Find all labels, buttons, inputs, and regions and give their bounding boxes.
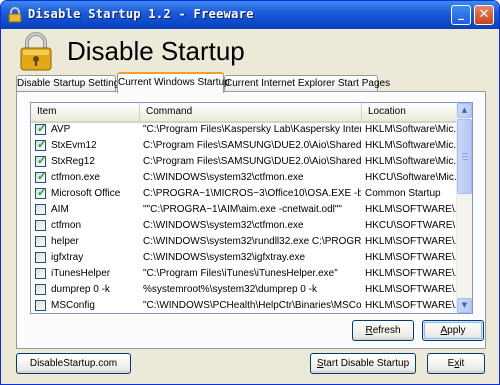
item-name: igfxtray	[51, 252, 84, 263]
item-command: C:\WINDOWS\system32\igfxtray.exe	[143, 252, 306, 263]
item-name: StxEvm12	[51, 140, 97, 151]
item-name: ctfmon.exe	[51, 172, 100, 183]
apply-button[interactable]: Apply	[422, 320, 484, 341]
checkbox-checked[interactable]: ✓	[35, 171, 47, 183]
checkbox-checked[interactable]: ✓	[35, 123, 47, 135]
list-item[interactable]: ✓ StxEvm12 C:\Program Files\SAMSUNG\DUE2.0…	[31, 138, 458, 154]
checkbox-unchecked[interactable]	[35, 236, 46, 247]
checkbox-unchecked[interactable]	[35, 284, 46, 295]
minimize-button[interactable]: _	[451, 5, 471, 25]
item-name: helper	[51, 236, 79, 247]
item-command: "C:\Program Files\iTunes\iTunesHelper.ex…	[143, 268, 338, 279]
item-location: HKLM\SOFTWARE\...	[365, 268, 457, 279]
list-item[interactable]: dumprep 0 -k %systemroot%\system32\dumpre…	[31, 282, 458, 298]
exit-button[interactable]: Exit	[427, 353, 485, 374]
check-icon: ✓	[37, 187, 47, 199]
tab-current-windows-startup[interactable]: Current Windows Startup	[117, 72, 230, 93]
tab-panel: Item Command Location ✓ AVP "C:\Program Fi…	[16, 91, 486, 349]
tab-current-ie-start-pages[interactable]: Current Internet Explorer Start Pages	[224, 75, 390, 92]
check-icon: ✓	[37, 123, 47, 135]
item-command: C:\WINDOWS\system32\ctfmon.exe	[143, 220, 304, 231]
checkbox-checked[interactable]: ✓	[35, 139, 47, 151]
start-disable-startup-button[interactable]: Start Disable Startup	[310, 353, 416, 374]
item-name: AIM	[51, 204, 69, 215]
item-command: C:\WINDOWS\system32\rundll32.exe C:\PROG…	[143, 236, 361, 247]
item-command: C:\Program Files\SAMSUNG\DUE2.0\Aio\Shar…	[143, 140, 361, 151]
item-command: C:\Program Files\SAMSUNG\DUE2.0\Aio\Shar…	[143, 156, 361, 167]
item-command: ""C:\PROGRA~1\AIM\aim.exe -cnetwait.odl"…	[143, 204, 342, 215]
item-command: "C:\WINDOWS\PCHealth\HelpCtr\Binaries\MS…	[143, 300, 361, 311]
padlock-icon	[20, 32, 52, 71]
item-name: iTunesHelper	[51, 268, 111, 279]
title-bar[interactable]: Disable Startup 1.2 - Freeware _ ✕	[1, 1, 499, 29]
list-item[interactable]: ✓ StxReg12 C:\Program Files\SAMSUNG\DUE2.0…	[31, 154, 458, 170]
list-item[interactable]: MSConfig "C:\WINDOWS\PCHealth\HelpCtr\Bin…	[31, 298, 458, 313]
scroll-down-icon[interactable]: ▼	[457, 298, 472, 313]
item-command: C:\PROGRA~1\MICROS~3\Office10\OSA.EXE -b…	[143, 188, 361, 199]
app-heading: Disable Startup	[67, 36, 245, 66]
checkbox-unchecked[interactable]	[35, 204, 46, 215]
item-location: HKLM\SOFTWARE\...	[365, 252, 457, 263]
app-window: Disable Startup 1.2 - Freeware _ ✕ Disab…	[0, 0, 500, 385]
list-item[interactable]: ✓ Microsoft Office C:\PROGRA~1\MICROS~3\Of…	[31, 186, 458, 202]
column-header-item[interactable]: Item	[31, 103, 140, 121]
checkbox-checked[interactable]: ✓	[35, 187, 47, 199]
item-location: HKLM\Software\Mic...	[365, 124, 457, 135]
check-icon: ✓	[37, 155, 47, 167]
item-name: MSConfig	[51, 300, 95, 311]
vertical-scrollbar[interactable]: ▲ ▼	[456, 103, 472, 313]
item-name: ctfmon	[51, 220, 82, 231]
list-item[interactable]: iTunesHelper "C:\Program Files\iTunes\iTu…	[31, 266, 458, 282]
close-button[interactable]: ✕	[474, 5, 494, 25]
item-location: HKLM\SOFTWARE\...	[365, 236, 457, 247]
item-location: HKLM\Software\Mic...	[365, 140, 457, 151]
item-location: HKLM\SOFTWARE\...	[365, 300, 457, 311]
list-rows: ✓ AVP "C:\Program Files\Kaspersky Lab\Kasp…	[31, 122, 458, 313]
column-header-location[interactable]: Location	[362, 103, 458, 121]
item-command: C:\WINDOWS\system32\ctfmon.exe	[143, 172, 304, 183]
list-item[interactable]: ✓ ctfmon.exe C:\WINDOWS\system32\ctfmon.ex…	[31, 170, 458, 186]
padlock-icon	[8, 7, 22, 23]
item-name: Microsoft Office	[51, 188, 121, 199]
refresh-button[interactable]: Refresh	[352, 320, 414, 341]
item-name: StxReg12	[51, 156, 95, 167]
checkbox-unchecked[interactable]	[35, 252, 46, 263]
tab-disable-startup-settings[interactable]: Disable Startup Settings	[16, 75, 124, 92]
item-location: HKCU\Software\Mic...	[365, 172, 457, 183]
item-name: dumprep 0 -k	[51, 284, 110, 295]
item-location: HKLM\SOFTWARE\...	[365, 284, 457, 295]
website-button[interactable]: DisableStartup.com	[16, 353, 131, 374]
item-command: "C:\Program Files\Kaspersky Lab\Kaspersk…	[143, 124, 361, 135]
check-icon: ✓	[37, 139, 47, 151]
item-location: HKLM\SOFTWARE\...	[365, 204, 457, 215]
checkbox-checked[interactable]: ✓	[35, 155, 47, 167]
list-item[interactable]: ✓ AVP "C:\Program Files\Kaspersky Lab\Kasp…	[31, 122, 458, 138]
scroll-up-icon[interactable]: ▲	[457, 103, 472, 118]
item-location: HKCU\SOFTWARE\...	[365, 220, 457, 231]
item-command: %systemroot%\system32\dumprep 0 -k	[143, 284, 317, 295]
checkbox-unchecked[interactable]	[35, 220, 46, 231]
startup-list[interactable]: Item Command Location ✓ AVP "C:\Program Fi…	[30, 102, 473, 314]
item-location: HKLM\Software\Mic...	[365, 156, 457, 167]
window-title: Disable Startup 1.2 - Freeware	[28, 7, 254, 21]
list-header: Item Command Location	[31, 103, 458, 123]
list-item[interactable]: AIM ""C:\PROGRA~1\AIM\aim.exe -cnetwait.o…	[31, 202, 458, 218]
check-icon: ✓	[37, 171, 47, 183]
list-item[interactable]: ctfmon C:\WINDOWS\system32\ctfmon.exe HKCU…	[31, 218, 458, 234]
scroll-thumb[interactable]	[457, 119, 472, 194]
item-location: Common Startup	[365, 188, 441, 199]
checkbox-unchecked[interactable]	[35, 268, 46, 279]
item-name: AVP	[51, 124, 71, 135]
list-item[interactable]: igfxtray C:\WINDOWS\system32\igfxtray.exe…	[31, 250, 458, 266]
column-header-command[interactable]: Command	[140, 103, 362, 121]
checkbox-unchecked[interactable]	[35, 300, 46, 311]
list-item[interactable]: helper C:\WINDOWS\system32\rundll32.exe C…	[31, 234, 458, 250]
